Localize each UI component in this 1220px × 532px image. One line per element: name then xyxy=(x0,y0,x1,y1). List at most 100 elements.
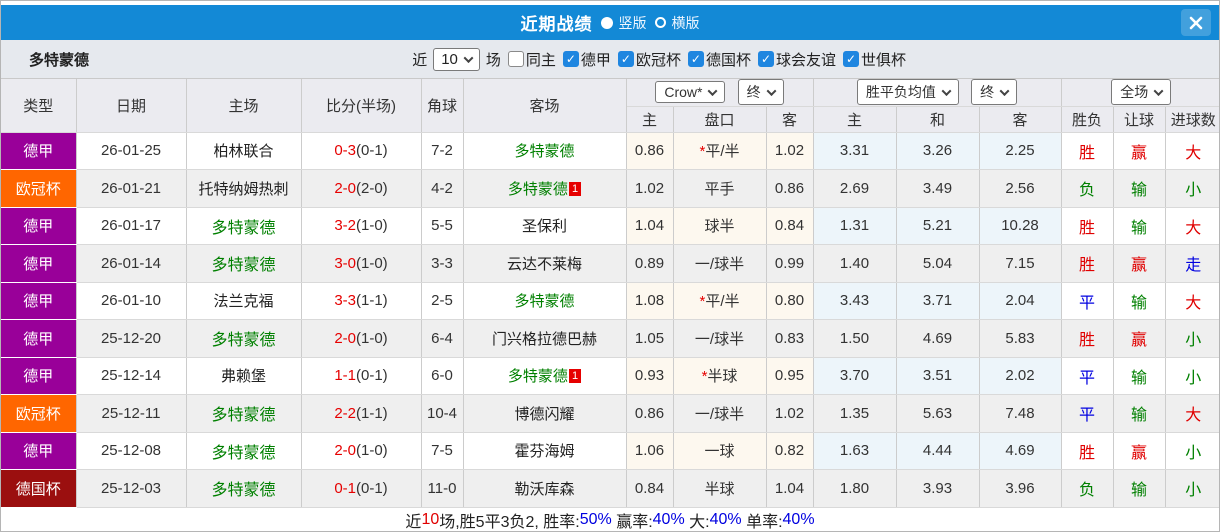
handicap-cell: 球半 xyxy=(673,207,767,245)
scope-select[interactable]: 全场 xyxy=(1111,79,1172,105)
avg-draw-cell: 5.04 xyxy=(896,244,980,283)
checkbox-german-cup[interactable]: 德国杯 xyxy=(687,49,751,70)
avg-away-cell: 7.15 xyxy=(979,244,1062,283)
checkbox-label: 德甲 xyxy=(580,51,611,69)
avg-select[interactable]: 胜平负均值 xyxy=(856,79,959,105)
handicap-value: 平手 xyxy=(704,180,735,198)
odds-time-value: 终 xyxy=(746,84,761,101)
checkbox-label: 世俱杯 xyxy=(860,51,906,69)
away-team-name: 博德闪耀 xyxy=(514,405,575,423)
corner-cell: 11-0 xyxy=(421,469,464,508)
checkbox-icon xyxy=(507,51,524,67)
score-cell: 3-3(1-1) xyxy=(301,282,422,320)
outcome-cell: 平 xyxy=(1061,394,1114,433)
match-count-value: 10 xyxy=(441,50,458,68)
odds-company-select[interactable]: Crow* xyxy=(655,81,726,104)
away-team-name: 勒沃库森 xyxy=(514,480,575,498)
subheader-avg-draw: 和 xyxy=(896,106,980,133)
checkbox-bundesliga[interactable]: 德甲 xyxy=(562,49,611,70)
handicap-value: 一/球半 xyxy=(694,330,745,348)
handicap-cell: 一/球半 xyxy=(673,319,767,358)
avg-draw-cell: 4.69 xyxy=(896,319,980,358)
odds-home-cell: 1.02 xyxy=(626,169,674,208)
match-type-cell: 德国杯 xyxy=(1,469,77,508)
subheader-handicap: 盘口 xyxy=(673,106,767,133)
checkbox-label: 德国杯 xyxy=(705,51,751,69)
score-cell: 1-1(0-1) xyxy=(301,357,422,395)
home-team-cell: 多特蒙德 xyxy=(186,432,302,470)
checkbox-same-home[interactable]: 同主 xyxy=(507,49,556,70)
halftime-score: (1-0) xyxy=(356,329,388,347)
avg-select-value: 胜平负均值 xyxy=(865,84,936,101)
radio-vertical-label: 竖版 xyxy=(618,14,647,31)
checkbox-club-world-cup[interactable]: 世俱杯 xyxy=(842,49,906,70)
home-team-cell: 多特蒙德 xyxy=(186,319,302,358)
spread-result-cell: 赢 xyxy=(1113,132,1166,170)
outcome-cell: 胜 xyxy=(1061,432,1114,470)
away-team-cell: 多特蒙德 1 xyxy=(463,169,627,208)
avg-draw-cell: 5.63 xyxy=(896,394,980,433)
away-team-name: 门兴格拉德巴赫 xyxy=(491,330,597,348)
close-button[interactable] xyxy=(1181,9,1211,36)
spread-result-cell: 输 xyxy=(1113,207,1166,245)
results-table: 类型 日期 主场 比分(半场) 角球 客场 Crow* 终 胜平负均值 终 全场… xyxy=(1,79,1219,508)
halftime-score: (1-0) xyxy=(356,442,388,460)
goals-result-cell: 大 xyxy=(1165,207,1219,245)
halftime-score: (0-1) xyxy=(356,142,388,160)
away-team-cell: 门兴格拉德巴赫 xyxy=(463,319,627,358)
checkbox-champions-league[interactable]: 欧冠杯 xyxy=(617,49,681,70)
fulltime-score: 0-3 xyxy=(334,142,356,160)
home-team-cell: 法兰克福 xyxy=(186,282,302,320)
corner-cell: 3-3 xyxy=(421,244,464,283)
card-count-badge: 1 xyxy=(568,181,582,196)
odds-time-select[interactable]: 终 xyxy=(737,79,784,105)
home-team-cell: 柏林联合 xyxy=(186,132,302,170)
match-count-select[interactable]: 10 xyxy=(433,47,480,71)
spread-result-cell: 输 xyxy=(1113,394,1166,433)
away-team-name: 多特蒙德 xyxy=(514,293,575,311)
odds-home-cell: 0.86 xyxy=(626,394,674,433)
radio-horizontal-layout[interactable]: 横版 xyxy=(654,13,700,33)
spread-result-cell: 输 xyxy=(1113,469,1166,508)
odds-home-cell: 1.05 xyxy=(626,319,674,358)
checkbox-club-friendly[interactable]: 球会友谊 xyxy=(757,49,836,70)
avg-home-cell: 3.31 xyxy=(813,132,897,170)
odds-home-cell: 0.86 xyxy=(626,132,674,170)
table-row: 德甲 26-01-25 柏林联合 0-3(0-1) 7-2 多特蒙德 0.86 … xyxy=(1,132,1219,170)
corner-cell: 6-4 xyxy=(421,319,464,358)
spread-result-cell: 输 xyxy=(1113,282,1166,320)
odds-away-cell: 1.02 xyxy=(766,132,814,170)
subheader-odds-away: 客 xyxy=(766,106,814,133)
fulltime-score: 3-2 xyxy=(334,217,356,235)
score-cell: 2-2(1-1) xyxy=(301,394,422,433)
handicap-value: 半球 xyxy=(704,480,735,498)
match-table-body: 德甲 26-01-25 柏林联合 0-3(0-1) 7-2 多特蒙德 0.86 … xyxy=(1,132,1219,508)
summary-segment: 赢率: xyxy=(611,513,653,531)
away-team-name: 多特蒙德 xyxy=(507,368,568,386)
checkbox-icon xyxy=(687,51,704,67)
titlebar: 近期战绩 竖版 横版 xyxy=(1,5,1219,40)
handicap-cell: *平/半 xyxy=(673,132,767,170)
date-cell: 25-12-08 xyxy=(76,432,187,470)
avg-time-select[interactable]: 终 xyxy=(971,79,1018,105)
filter-row: 多特蒙德 近 10 场 同主 德甲 欧冠杯 德国杯 xyxy=(1,40,1219,79)
outcome-cell: 平 xyxy=(1061,282,1114,320)
avg-draw-cell: 3.26 xyxy=(896,132,980,170)
score-cell: 3-2(1-0) xyxy=(301,207,422,245)
handicap-value: 平/半 xyxy=(705,293,740,311)
summary-segment: 近 xyxy=(405,513,422,531)
away-team-name: 多特蒙德 xyxy=(507,180,568,198)
handicap-value: 平/半 xyxy=(705,143,740,161)
spread-result-cell: 输 xyxy=(1113,357,1166,395)
halftime-score: (1-0) xyxy=(356,254,388,272)
games-label: 场 xyxy=(485,51,501,69)
corner-cell: 4-2 xyxy=(421,169,464,208)
avg-draw-cell: 3.93 xyxy=(896,469,980,508)
subheader-avg-away: 客 xyxy=(979,106,1062,133)
corner-cell: 7-5 xyxy=(421,432,464,470)
radio-vertical-layout[interactable]: 竖版 xyxy=(600,13,647,33)
goals-result-cell: 小 xyxy=(1165,319,1219,358)
table-row: 欧冠杯 26-01-21 托特纳姆热刺 2-0(2-0) 4-2 多特蒙德 1 1… xyxy=(1,169,1219,208)
chevron-down-icon xyxy=(999,85,1010,96)
handicap-cell: 半球 xyxy=(673,469,767,508)
